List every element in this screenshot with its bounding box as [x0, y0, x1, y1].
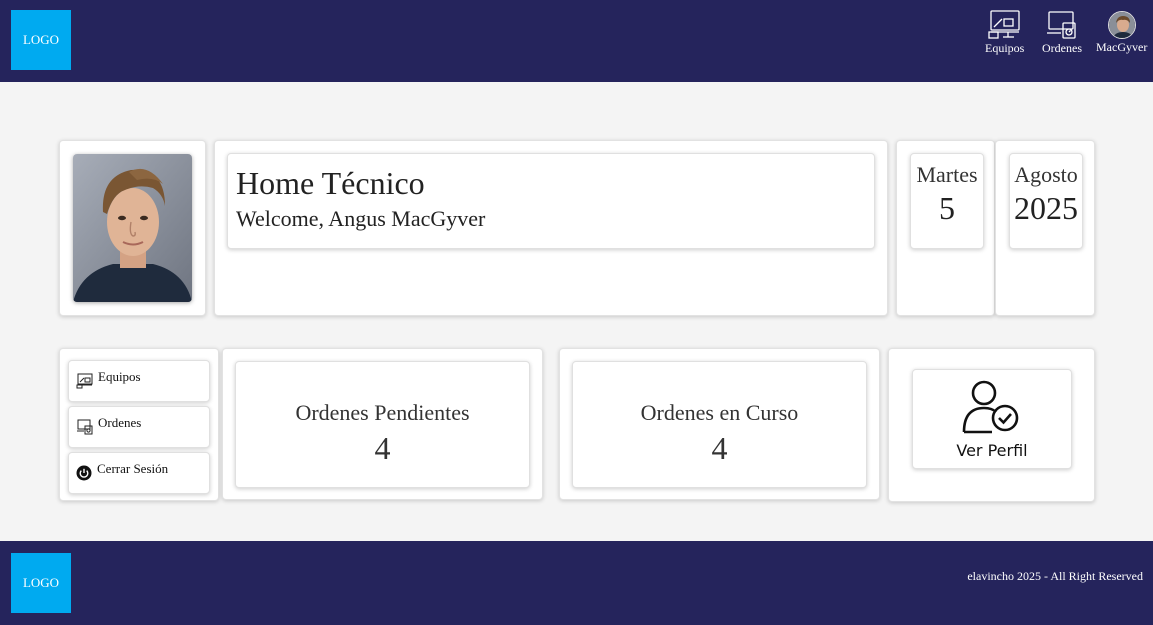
month-box: Agosto 2025: [1009, 153, 1083, 249]
menu-ordenes-label: Ordenes: [98, 415, 142, 430]
nav-user-label: MacGyver: [1096, 40, 1148, 54]
menu-logout-button[interactable]: Cerrar Sesión: [68, 452, 210, 494]
side-menu: Equipos Ordenes Cerrar Sesión: [59, 348, 219, 501]
profile-photo: [73, 154, 192, 302]
active-orders-box[interactable]: Ordenes en Curso 4: [572, 361, 867, 488]
equipment-icon: [988, 10, 1020, 39]
nav-ordenes-label: Ordenes: [1042, 41, 1082, 55]
page-title: Home Técnico: [236, 165, 425, 201]
weekday-label: Martes: [916, 162, 978, 187]
menu-logout-label: Cerrar Sesión: [97, 461, 169, 476]
menu-ordenes-button[interactable]: Ordenes: [68, 406, 210, 448]
day-number: 5: [939, 190, 955, 226]
header-logo[interactable]: LOGO: [11, 10, 71, 70]
year-number: 2025: [1014, 190, 1078, 226]
nav-equipos[interactable]: Equipos: [985, 10, 1024, 56]
menu-equipos-button[interactable]: Equipos: [68, 360, 210, 402]
welcome-box: Home Técnico Welcome, Angus MacGyver: [227, 153, 875, 249]
month-label: Agosto: [1014, 162, 1078, 187]
active-orders-label: Ordenes en Curso: [640, 400, 799, 425]
user-check-icon: [962, 380, 1019, 434]
orders-icon: [77, 419, 93, 435]
view-profile-button[interactable]: Ver Perfil: [912, 369, 1072, 469]
profile-card: Ver Perfil: [888, 348, 1095, 502]
orders-icon: [1046, 11, 1076, 39]
equipment-icon: [76, 373, 93, 389]
nav-equipos-label: Equipos: [985, 41, 1025, 55]
nav-ordenes[interactable]: Ordenes: [1042, 10, 1082, 56]
month-card: Agosto 2025: [995, 140, 1095, 316]
top-header: LOGO Equipos Ordenes MacGyver: [0, 0, 1153, 82]
view-profile-label: Ver Perfil: [956, 441, 1028, 460]
weekday-box: Martes 5: [910, 153, 984, 249]
photo-card: [59, 140, 206, 316]
copyright-text: elavincho 2025 - All Right Reserved: [967, 569, 1143, 583]
pending-orders-label: Ordenes Pendientes: [295, 400, 470, 425]
pending-orders-box[interactable]: Ordenes Pendientes 4: [235, 361, 530, 488]
power-icon: [76, 465, 92, 481]
nav-user-profile[interactable]: MacGyver: [1096, 10, 1147, 55]
welcome-card: Home Técnico Welcome, Angus MacGyver: [214, 140, 888, 316]
active-orders-count: 4: [711, 430, 728, 466]
footer-logo[interactable]: LOGO: [11, 553, 71, 613]
pending-orders-count: 4: [374, 430, 391, 466]
pending-orders-card: Ordenes Pendientes 4: [222, 348, 543, 500]
menu-equipos-label: Equipos: [98, 369, 141, 384]
footer: LOGO elavincho 2025 - All Right Reserved: [0, 541, 1153, 625]
active-orders-card: Ordenes en Curso 4: [559, 348, 880, 500]
welcome-message: Welcome, Angus MacGyver: [236, 206, 486, 231]
user-avatar: [1107, 11, 1136, 39]
weekday-card: Martes 5: [896, 140, 995, 316]
